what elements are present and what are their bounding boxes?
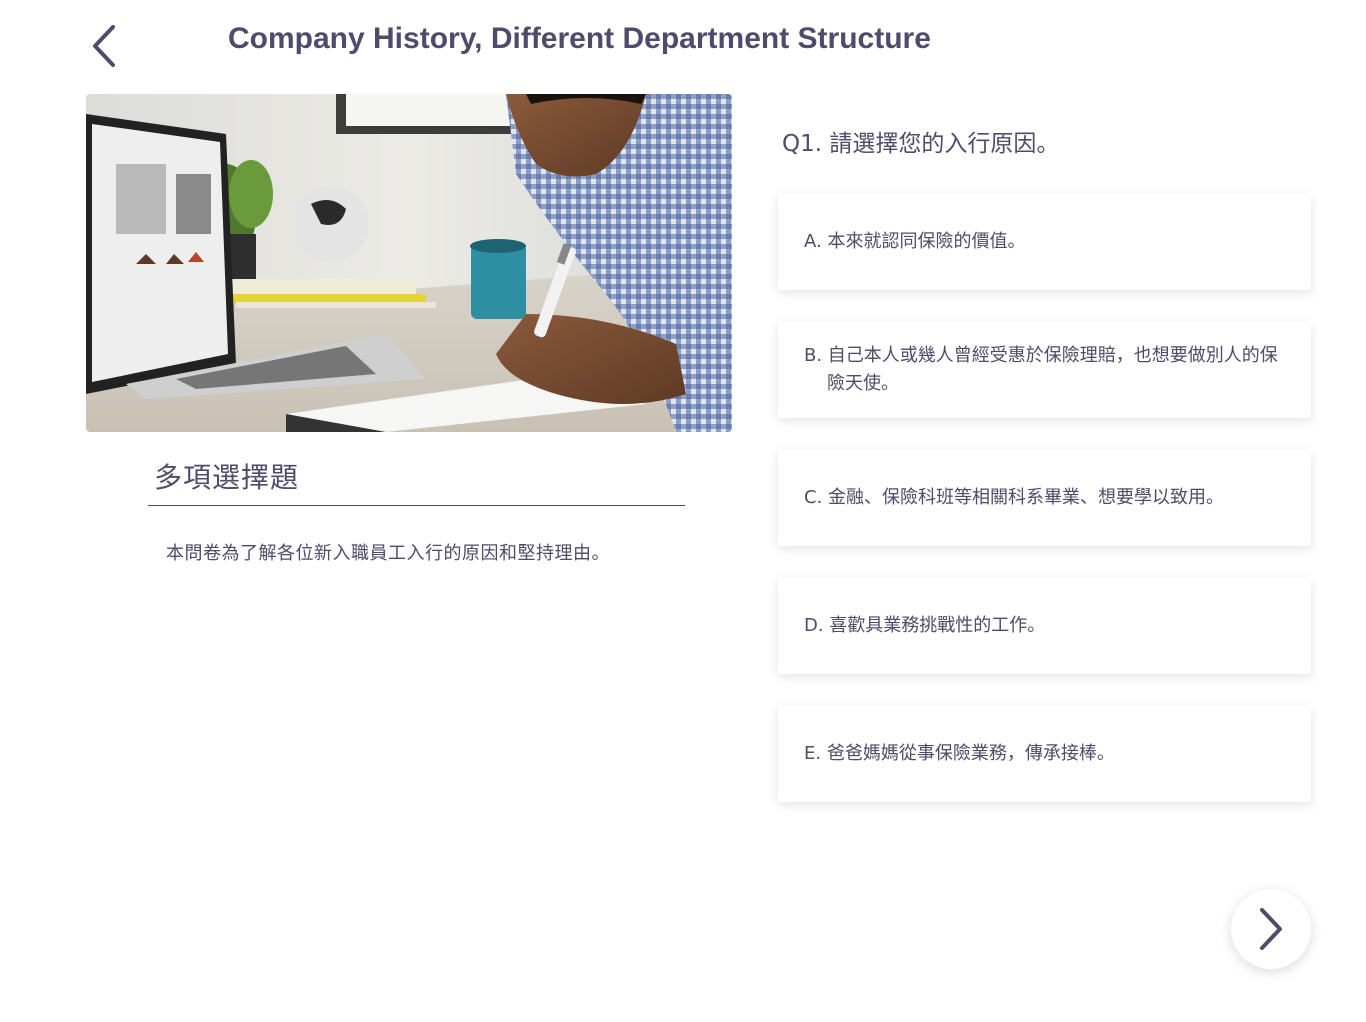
workspace-photo bbox=[86, 94, 732, 432]
hero-image bbox=[86, 94, 732, 432]
chevron-right-icon bbox=[1260, 908, 1282, 950]
option-label: B. 自己本人或幾人曾經受惠於保險理賠，也想要做別人的保險天使。 bbox=[804, 345, 1278, 394]
option-label: C. 金融、保險科班等相關科系畢業、想要學以致用。 bbox=[804, 487, 1225, 508]
option-c[interactable]: C. 金融、保險科班等相關科系畢業、想要學以致用。 bbox=[778, 450, 1311, 546]
section-divider bbox=[148, 505, 685, 506]
option-label: A. 本來就認同保險的價值。 bbox=[804, 231, 1026, 252]
option-label: D. 喜歡具業務挑戰性的工作。 bbox=[804, 615, 1046, 636]
option-b[interactable]: B. 自己本人或幾人曾經受惠於保險理賠，也想要做別人的保險天使。 bbox=[778, 322, 1311, 418]
page: Company History, Different Department St… bbox=[0, 0, 1366, 1022]
section-title: 多項選擇題 bbox=[154, 461, 300, 494]
option-d[interactable]: D. 喜歡具業務挑戰性的工作。 bbox=[778, 578, 1311, 674]
question-text: Q1. 請選擇您的入行原因。 bbox=[782, 131, 1060, 157]
survey-description: 本問卷為了解各位新入職員工入行的原因和堅持理由。 bbox=[166, 543, 610, 564]
next-button[interactable] bbox=[1231, 889, 1311, 969]
back-button[interactable] bbox=[84, 22, 124, 70]
option-a[interactable]: A. 本來就認同保險的價值。 bbox=[778, 194, 1311, 290]
chevron-left-icon bbox=[93, 25, 115, 67]
option-e[interactable]: E. 爸爸媽媽從事保險業務，傳承接棒。 bbox=[778, 706, 1311, 802]
option-label: E. 爸爸媽媽從事保險業務，傳承接棒。 bbox=[804, 743, 1115, 764]
page-title: Company History, Different Department St… bbox=[228, 22, 931, 55]
